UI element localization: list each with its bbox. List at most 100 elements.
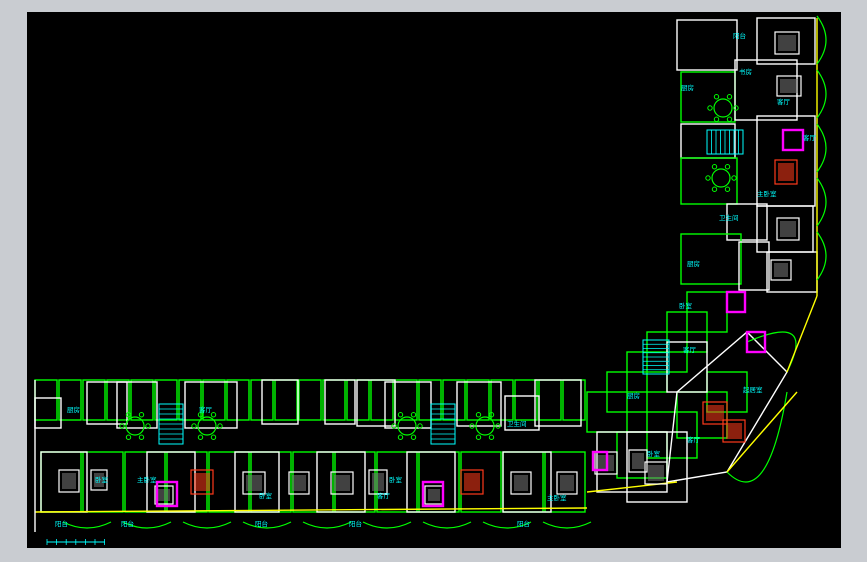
balcony-arc xyxy=(362,521,412,529)
room-wall xyxy=(298,379,322,421)
room-wall xyxy=(676,19,738,71)
bed-cover xyxy=(774,263,788,277)
chair xyxy=(475,434,482,440)
chair xyxy=(197,434,204,440)
room-wall xyxy=(680,123,736,159)
room-label-living: 客厅 xyxy=(683,345,697,354)
bed-cover xyxy=(706,405,724,421)
room-label-living: 客厅 xyxy=(803,133,817,142)
chair xyxy=(731,175,737,181)
room-label-balcony: 阳台 xyxy=(255,519,268,528)
balcony-arc xyxy=(816,69,827,119)
bed-cover xyxy=(372,473,384,491)
chair xyxy=(488,434,495,440)
room-label-bedroom: 卧室 xyxy=(95,475,109,484)
room-wall xyxy=(324,379,356,425)
bed-cover xyxy=(428,489,440,501)
chair xyxy=(711,164,718,170)
sofa xyxy=(781,128,805,152)
bed-cover xyxy=(648,465,664,481)
room-label-master_bedroom: 主卧室 xyxy=(757,189,777,198)
bed-cover xyxy=(464,473,480,491)
floor-plan-drawing: 阳台 阳台 阳台 阳台 阳台厨房 客厅卫生间卧室 主卧室卧室 客厅卧室主卧室阳台书房客厅厨房主… xyxy=(34,15,827,545)
room-label-bedroom: 卧室 xyxy=(259,491,273,500)
chair xyxy=(724,164,731,170)
room-wall xyxy=(34,379,58,421)
room-wall xyxy=(562,379,586,421)
chair xyxy=(397,434,404,440)
room-label-lounge: 起居室 xyxy=(743,385,763,394)
room-label-bedroom: 卧室 xyxy=(647,449,661,458)
bed-cover xyxy=(194,473,210,491)
chair xyxy=(138,412,145,418)
room-label-living: 客厅 xyxy=(687,435,701,444)
bed-cover xyxy=(632,453,644,469)
room-wall xyxy=(738,241,770,291)
chair xyxy=(713,116,720,122)
room-label-kitchen: 厨房 xyxy=(681,83,694,92)
chair xyxy=(138,434,145,440)
bed-cover xyxy=(292,475,306,491)
room-label-living: 客厅 xyxy=(377,491,391,500)
balcony-arc xyxy=(422,521,472,529)
balcony-arc xyxy=(182,521,232,529)
room-label-study: 书房 xyxy=(739,67,752,76)
room-wall xyxy=(356,379,396,427)
room-wall xyxy=(106,379,130,421)
labels-layer: 阳台 阳台 阳台 阳台 阳台厨房 客厅卫生间卧室 主卧室卧室 客厅卧室主卧室阳台书房客厅厨房主… xyxy=(55,31,817,528)
chair xyxy=(210,434,217,440)
chair xyxy=(711,186,718,192)
bed-cover xyxy=(158,489,170,501)
room-label-toilet: 卫生间 xyxy=(719,213,739,222)
bed-cover xyxy=(726,423,742,439)
chair xyxy=(713,94,720,100)
room-wall xyxy=(538,379,562,421)
bed-cover xyxy=(780,79,798,93)
room-label-balcony: 阳台 xyxy=(349,519,362,528)
chair xyxy=(125,434,132,440)
dining-table xyxy=(711,168,731,188)
room-wall xyxy=(384,381,432,429)
bed-cover xyxy=(514,475,528,491)
room-label-balcony: 阳台 xyxy=(55,519,68,528)
room-wall xyxy=(274,379,298,421)
room-wall xyxy=(58,379,82,421)
bed-cover xyxy=(780,221,796,237)
balcony-arc xyxy=(816,123,827,173)
chair xyxy=(726,116,733,122)
chair xyxy=(726,94,733,100)
room-wall xyxy=(514,379,538,421)
bed-cover xyxy=(778,163,794,181)
chair xyxy=(705,175,711,181)
bed-cover xyxy=(334,475,350,491)
bed-cover xyxy=(778,35,796,51)
room-wall xyxy=(202,379,226,421)
room-label-bedroom: 卧室 xyxy=(679,301,693,310)
room-label-balcony: 阳台 xyxy=(733,31,746,40)
bed-cover xyxy=(62,473,76,489)
dining-table xyxy=(713,98,733,118)
bed-cover xyxy=(560,475,574,491)
room-wall xyxy=(466,379,490,421)
room-wall xyxy=(322,379,346,421)
room-label-bedroom: 卧室 xyxy=(389,475,403,484)
room-label-balcony: 阳台 xyxy=(121,519,134,528)
scale-bar-icon xyxy=(46,539,105,545)
room-label-toilet: 卫生间 xyxy=(507,419,527,428)
room-wall xyxy=(490,379,514,421)
balcony-arc xyxy=(62,521,112,529)
balcony-arc xyxy=(816,15,827,65)
room-label-kitchen: 厨房 xyxy=(687,259,700,268)
room-wall xyxy=(261,379,299,425)
chair xyxy=(410,434,417,440)
room-wall xyxy=(184,381,238,429)
chair xyxy=(724,186,731,192)
room-label-kitchen: 厨房 xyxy=(67,405,80,414)
room-label-master_bedroom: 主卧室 xyxy=(547,493,567,502)
cad-viewport[interactable]: 阳台 阳台 阳台 阳台 阳台 厨房 客厅 卫生间 卧室 主卧室 卧室 客厅 卧室 主卧室 阳台 书房 客厅 厨房主… xyxy=(27,12,841,548)
room-label-kitchen: 厨房 xyxy=(627,391,640,400)
balcony-arc xyxy=(542,521,592,529)
chair xyxy=(475,412,482,418)
room-wall xyxy=(534,379,582,427)
room-wall xyxy=(370,379,394,421)
